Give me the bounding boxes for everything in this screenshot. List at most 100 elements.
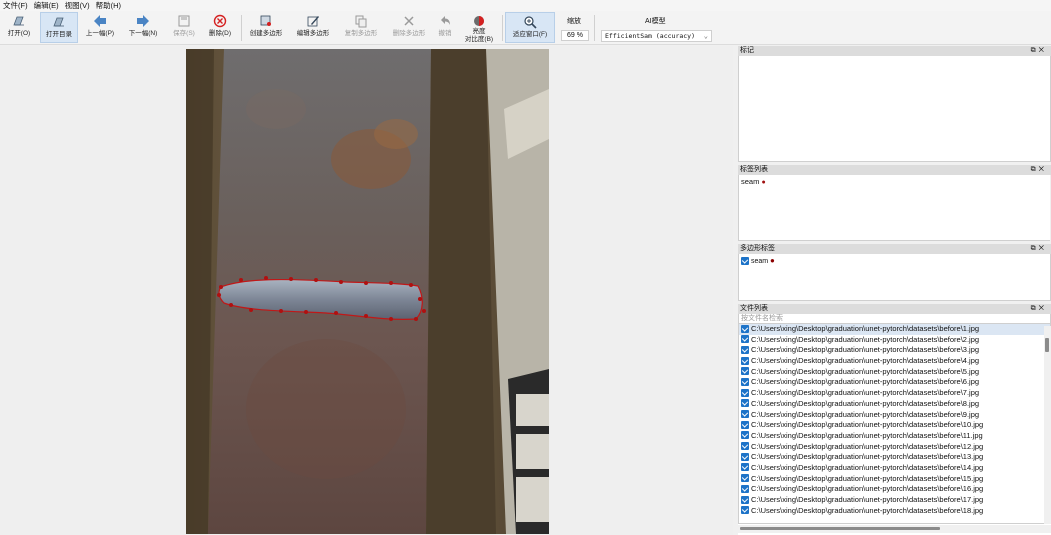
file-list-item[interactable]: C:\Users\xing\Desktop\graduation\unet-py… bbox=[739, 388, 1050, 399]
file-list-item[interactable]: C:\Users\xing\Desktop\graduation\unet-py… bbox=[739, 324, 1050, 335]
checkbox[interactable] bbox=[741, 388, 749, 397]
prev-image-button[interactable]: 上一幅(P) bbox=[82, 12, 118, 43]
brightness-icon bbox=[472, 14, 486, 28]
close-icon[interactable]: ✕ bbox=[1039, 166, 1047, 173]
file-path: C:\Users\xing\Desktop\graduation\unet-py… bbox=[751, 366, 980, 376]
file-path: C:\Users\xing\Desktop\graduation\unet-py… bbox=[751, 398, 980, 408]
edit-polygon-button[interactable]: 编辑多边形 bbox=[293, 12, 333, 43]
checkbox[interactable] bbox=[741, 484, 749, 493]
file-path: C:\Users\xing\Desktop\graduation\unet-py… bbox=[751, 462, 984, 472]
panel-title: 标签列表 ⧉✕ bbox=[738, 165, 1051, 175]
polygon-color-dot: ● bbox=[770, 256, 775, 265]
file-list-item[interactable]: C:\Users\xing\Desktop\graduation\unet-py… bbox=[739, 377, 1050, 388]
file-list-item[interactable]: C:\Users\xing\Desktop\graduation\unet-py… bbox=[739, 399, 1050, 410]
file-path: C:\Users\xing\Desktop\graduation\unet-py… bbox=[751, 452, 984, 462]
file-list-item[interactable]: C:\Users\xing\Desktop\graduation\unet-py… bbox=[739, 484, 1050, 495]
list-item[interactable]: seam ● bbox=[741, 177, 1048, 186]
menu-help[interactable]: 帮助(H) bbox=[96, 0, 121, 11]
file-list-scrollbar[interactable] bbox=[1044, 326, 1051, 524]
image-canvas[interactable] bbox=[0, 46, 733, 535]
file-list-item[interactable]: C:\Users\xing\Desktop\graduation\unet-py… bbox=[739, 345, 1050, 356]
checkbox[interactable] bbox=[741, 452, 749, 461]
file-list-item[interactable]: C:\Users\xing\Desktop\graduation\unet-py… bbox=[739, 442, 1050, 453]
label-list: seam ● bbox=[738, 175, 1051, 241]
copy-polygon-button[interactable]: 复制多边形 bbox=[340, 12, 382, 43]
checkbox[interactable] bbox=[741, 410, 749, 419]
polygon-labels-panel: 多边形标签 ⧉✕ seam ● bbox=[738, 244, 1051, 301]
create-polygon-button[interactable]: 创建多边形 bbox=[246, 12, 286, 43]
save-button[interactable]: 保存(S) bbox=[168, 12, 200, 43]
file-path: C:\Users\xing\Desktop\graduation\unet-py… bbox=[751, 388, 980, 398]
toolbar: 打开(O) 打开目录 上一幅(P) 下一幅(N) 保存(S) 删除(D) 创建多… bbox=[0, 11, 1051, 45]
float-icon[interactable]: ⧉ bbox=[1031, 166, 1039, 173]
file-list-item[interactable]: C:\Users\xing\Desktop\graduation\unet-py… bbox=[739, 410, 1050, 421]
close-icon[interactable]: ✕ bbox=[1039, 305, 1047, 312]
panel-title: 多边形标签 ⧉✕ bbox=[738, 244, 1051, 254]
close-icon[interactable]: ✕ bbox=[1039, 245, 1047, 252]
float-icon[interactable]: ⧉ bbox=[1031, 245, 1039, 252]
checkbox[interactable] bbox=[741, 257, 749, 266]
close-icon[interactable]: ✕ bbox=[1039, 47, 1047, 54]
delete-file-button[interactable]: 删除(D) bbox=[204, 12, 236, 43]
next-image-button[interactable]: 下一幅(N) bbox=[125, 12, 161, 43]
edit-icon bbox=[306, 14, 320, 28]
file-path: C:\Users\xing\Desktop\graduation\unet-py… bbox=[751, 334, 980, 344]
file-path: C:\Users\xing\Desktop\graduation\unet-py… bbox=[751, 473, 984, 483]
menu-file[interactable]: 文件(F) bbox=[3, 0, 28, 11]
checkbox[interactable] bbox=[741, 367, 749, 376]
file-list-item[interactable]: C:\Users\xing\Desktop\graduation\unet-py… bbox=[739, 506, 1050, 517]
open-button[interactable]: 打开(O) bbox=[3, 12, 35, 43]
file-path: C:\Users\xing\Desktop\graduation\unet-py… bbox=[751, 377, 980, 387]
file-list-item[interactable]: C:\Users\xing\Desktop\graduation\unet-py… bbox=[739, 420, 1050, 431]
horizontal-scrollbar[interactable] bbox=[738, 525, 1051, 533]
undo-button[interactable]: 撤销 bbox=[434, 12, 456, 43]
toolbar-separator bbox=[594, 15, 595, 41]
zoom-spinbox[interactable]: 69 % bbox=[561, 30, 589, 41]
file-path: C:\Users\xing\Desktop\graduation\unet-py… bbox=[751, 345, 980, 355]
menu-edit[interactable]: 编辑(E) bbox=[34, 0, 59, 11]
undo-icon bbox=[438, 14, 452, 28]
menu-view[interactable]: 视图(V) bbox=[65, 0, 90, 11]
file-list-item[interactable]: C:\Users\xing\Desktop\graduation\unet-py… bbox=[739, 452, 1050, 463]
toolbar-separator bbox=[241, 15, 242, 41]
file-list-item[interactable]: C:\Users\xing\Desktop\graduation\unet-py… bbox=[739, 335, 1050, 346]
save-icon bbox=[177, 14, 191, 28]
file-path: C:\Users\xing\Desktop\graduation\unet-py… bbox=[751, 324, 980, 333]
checkbox[interactable] bbox=[741, 506, 749, 515]
checkbox[interactable] bbox=[741, 463, 749, 472]
panel-controls: ⧉✕ bbox=[1031, 46, 1047, 56]
file-list-item[interactable]: C:\Users\xing\Desktop\graduation\unet-py… bbox=[739, 495, 1050, 506]
file-list-item[interactable]: C:\Users\xing\Desktop\graduation\unet-py… bbox=[739, 367, 1050, 378]
fit-window-button[interactable]: 适应窗口(F) bbox=[505, 12, 555, 43]
file-search-input[interactable]: 按文件名检索 bbox=[738, 314, 1051, 324]
open-dir-button[interactable]: 打开目录 bbox=[40, 12, 78, 43]
checkbox[interactable] bbox=[741, 356, 749, 365]
brightness-contrast-button[interactable]: 亮度 对比度(B) bbox=[460, 12, 498, 43]
file-path: C:\Users\xing\Desktop\graduation\unet-py… bbox=[751, 409, 980, 419]
file-list-item[interactable]: C:\Users\xing\Desktop\graduation\unet-py… bbox=[739, 463, 1050, 474]
file-list-item[interactable]: C:\Users\xing\Desktop\graduation\unet-py… bbox=[739, 356, 1050, 367]
file-path: C:\Users\xing\Desktop\graduation\unet-py… bbox=[751, 356, 980, 366]
ai-model-select[interactable]: EfficientSam (accuracy) ⌄ bbox=[601, 30, 712, 42]
checkbox[interactable] bbox=[741, 474, 749, 483]
checkbox[interactable] bbox=[741, 335, 749, 344]
file-list-item[interactable]: C:\Users\xing\Desktop\graduation\unet-py… bbox=[739, 431, 1050, 442]
checkbox[interactable] bbox=[741, 399, 749, 408]
delete-polygon-button[interactable]: 删除多边形 bbox=[388, 12, 430, 43]
float-icon[interactable]: ⧉ bbox=[1031, 47, 1039, 54]
checkbox[interactable] bbox=[741, 442, 749, 451]
file-list-item[interactable]: C:\Users\xing\Desktop\graduation\unet-py… bbox=[739, 474, 1050, 485]
checkbox[interactable] bbox=[741, 377, 749, 386]
checkbox[interactable] bbox=[741, 345, 749, 354]
checkbox[interactable] bbox=[741, 324, 749, 333]
annotated-image bbox=[186, 49, 549, 534]
checkbox[interactable] bbox=[741, 495, 749, 504]
file-path: C:\Users\xing\Desktop\graduation\unet-py… bbox=[751, 484, 984, 494]
delete-icon bbox=[213, 14, 227, 28]
float-icon[interactable]: ⧉ bbox=[1031, 305, 1039, 312]
panel-controls: ⧉✕ bbox=[1031, 165, 1047, 175]
checkbox[interactable] bbox=[741, 431, 749, 440]
open-folder-icon bbox=[52, 15, 66, 29]
checkbox[interactable] bbox=[741, 420, 749, 429]
list-item[interactable]: seam ● bbox=[741, 256, 1048, 266]
